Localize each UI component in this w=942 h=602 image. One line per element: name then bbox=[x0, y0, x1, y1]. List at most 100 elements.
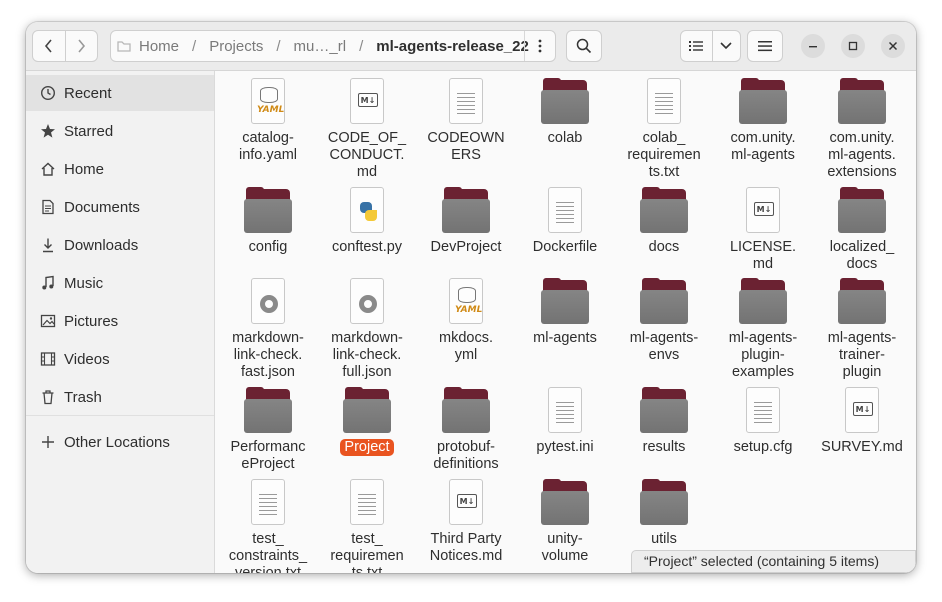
file-item[interactable]: setup.cfg bbox=[714, 387, 812, 456]
search-button[interactable] bbox=[566, 30, 602, 62]
item-label: localized_ docs bbox=[829, 239, 895, 272]
folder-icon bbox=[541, 278, 589, 326]
item-label: markdown- link-check. fast.json bbox=[232, 330, 304, 380]
trash-icon bbox=[39, 388, 57, 406]
sidebar-item-label: Recent bbox=[64, 84, 112, 102]
sidebar-item-music[interactable]: Music bbox=[26, 265, 214, 301]
item-label: Project bbox=[340, 439, 394, 456]
folder-item[interactable]: ml-agents- envs bbox=[615, 278, 713, 364]
folder-item[interactable]: DevProject bbox=[417, 187, 515, 256]
sidebar-item-label: Documents bbox=[64, 198, 140, 216]
sidebar-item-videos[interactable]: Videos bbox=[26, 341, 214, 377]
file-item[interactable]: M↓ LICENSE. md bbox=[714, 187, 812, 273]
sidebar-item-starred[interactable]: Starred bbox=[26, 113, 214, 149]
item-label: colab_ requiremen ts.txt bbox=[627, 130, 701, 180]
sidebar: Recent Starred Home Documents Downloads … bbox=[26, 71, 215, 573]
sidebar-item-label: Videos bbox=[64, 350, 110, 368]
file-item[interactable]: YAML catalog- info.yaml bbox=[219, 78, 317, 164]
folder-item[interactable]: ml-agents- plugin- examples bbox=[714, 278, 812, 381]
folder-icon bbox=[244, 187, 292, 235]
item-label: ml-agents- envs bbox=[629, 330, 699, 363]
file-item[interactable]: test_ requiremen ts.txt bbox=[318, 479, 416, 573]
sidebar-item-other-locations[interactable]: Other Locations bbox=[26, 424, 214, 460]
file-item[interactable]: markdown- link-check. fast.json bbox=[219, 278, 317, 381]
breadcrumb-home[interactable]: Home bbox=[139, 38, 179, 55]
view-options-button[interactable] bbox=[713, 31, 740, 61]
maximize-button[interactable] bbox=[841, 34, 865, 58]
folder-icon bbox=[640, 187, 688, 235]
file-item[interactable]: CODEOWN ERS bbox=[417, 78, 515, 164]
sidebar-item-home[interactable]: Home bbox=[26, 151, 214, 187]
item-label: config bbox=[248, 239, 288, 255]
back-button[interactable] bbox=[33, 31, 65, 61]
folder-item[interactable]: config bbox=[219, 187, 317, 256]
folder-item[interactable]: com.unity. ml-agents bbox=[714, 78, 812, 164]
folder-icon bbox=[541, 78, 589, 126]
folder-item[interactable]: localized_ docs bbox=[813, 187, 911, 273]
file-item[interactable]: M↓ SURVEY.md bbox=[813, 387, 911, 456]
file-item[interactable]: colab_ requiremen ts.txt bbox=[615, 78, 713, 181]
folder-item[interactable]: ml-agents- trainer- plugin bbox=[813, 278, 911, 381]
minimize-button[interactable] bbox=[801, 34, 825, 58]
item-label: results bbox=[642, 439, 686, 455]
sidebar-item-trash[interactable]: Trash bbox=[26, 379, 214, 415]
file-item[interactable]: YAML mkdocs. yml bbox=[417, 278, 515, 364]
folder-item[interactable]: com.unity. ml-agents. extensions bbox=[813, 78, 911, 181]
file-item[interactable]: Dockerfile bbox=[516, 187, 614, 256]
folder-item[interactable]: unity- volume bbox=[516, 479, 614, 565]
item-label: pytest.ini bbox=[536, 439, 594, 455]
folder-item[interactable]: utils bbox=[615, 479, 713, 548]
item-label: CODE_OF_ CONDUCT. md bbox=[327, 130, 407, 180]
breadcrumb-separator: / bbox=[359, 37, 364, 55]
sidebar-item-label: Starred bbox=[64, 122, 114, 140]
yaml-file-icon: YAML bbox=[244, 78, 292, 126]
folder-item[interactable]: colab bbox=[516, 78, 614, 147]
item-label: com.unity. ml-agents. extensions bbox=[827, 130, 897, 180]
file-item[interactable]: test_ constraints_ version.txt bbox=[219, 479, 317, 573]
folder-item[interactable]: Project bbox=[318, 387, 416, 456]
item-label: markdown- link-check. full.json bbox=[331, 330, 403, 380]
item-label: ml-agents- trainer- plugin bbox=[827, 330, 897, 380]
folder-item[interactable]: docs bbox=[615, 187, 713, 256]
sidebar-item-recent[interactable]: Recent bbox=[26, 75, 214, 111]
breadcrumb-separator: / bbox=[276, 37, 281, 55]
folder-icon bbox=[442, 187, 490, 235]
path-menu-button[interactable] bbox=[524, 31, 555, 61]
document-icon bbox=[39, 198, 57, 216]
folder-item[interactable]: ml-agents bbox=[516, 278, 614, 347]
item-label: LICENSE. md bbox=[729, 239, 797, 272]
main-menu-button[interactable] bbox=[747, 30, 783, 62]
file-item[interactable]: markdown- link-check. full.json bbox=[318, 278, 416, 381]
breadcrumb-current[interactable]: ml-agents-release_22 bbox=[376, 38, 529, 55]
sidebar-item-pictures[interactable]: Pictures bbox=[26, 303, 214, 339]
folder-item[interactable]: Performanc eProject bbox=[219, 387, 317, 473]
text-file-icon bbox=[541, 387, 589, 435]
breadcrumb-mu-rl[interactable]: mu…_rl bbox=[294, 38, 347, 55]
sidebar-item-documents[interactable]: Documents bbox=[26, 189, 214, 225]
folder-item[interactable]: results bbox=[615, 387, 713, 456]
text-file-icon bbox=[244, 479, 292, 527]
vertical-dots-icon bbox=[538, 39, 542, 53]
hamburger-icon bbox=[758, 41, 772, 52]
item-label: test_ constraints_ version.txt bbox=[228, 531, 308, 573]
item-label: ml-agents- plugin- examples bbox=[728, 330, 798, 380]
sidebar-item-downloads[interactable]: Downloads bbox=[26, 227, 214, 263]
forward-button[interactable] bbox=[64, 31, 98, 61]
folder-item[interactable]: protobuf- definitions bbox=[417, 387, 515, 473]
chevron-left-icon bbox=[44, 39, 52, 53]
file-manager-window: Home / Projects / mu…_rl / ml-agents-rel… bbox=[26, 22, 916, 573]
file-item[interactable]: pytest.ini bbox=[516, 387, 614, 456]
file-item[interactable]: conftest.py bbox=[318, 187, 416, 256]
file-item[interactable]: M↓ CODE_OF_ CONDUCT. md bbox=[318, 78, 416, 181]
file-item[interactable]: M↓ Third Party Notices.md bbox=[417, 479, 515, 565]
folder-icon bbox=[838, 278, 886, 326]
header-bar: Home / Projects / mu…_rl / ml-agents-rel… bbox=[26, 22, 916, 71]
close-button[interactable] bbox=[881, 34, 905, 58]
item-label: com.unity. ml-agents bbox=[730, 130, 796, 163]
view-toggle-group bbox=[680, 30, 741, 62]
breadcrumb-projects[interactable]: Projects bbox=[209, 38, 263, 55]
folder-icon bbox=[343, 387, 391, 435]
picture-icon bbox=[39, 312, 57, 330]
list-view-button[interactable] bbox=[681, 31, 713, 61]
item-label: SURVEY.md bbox=[821, 439, 903, 455]
